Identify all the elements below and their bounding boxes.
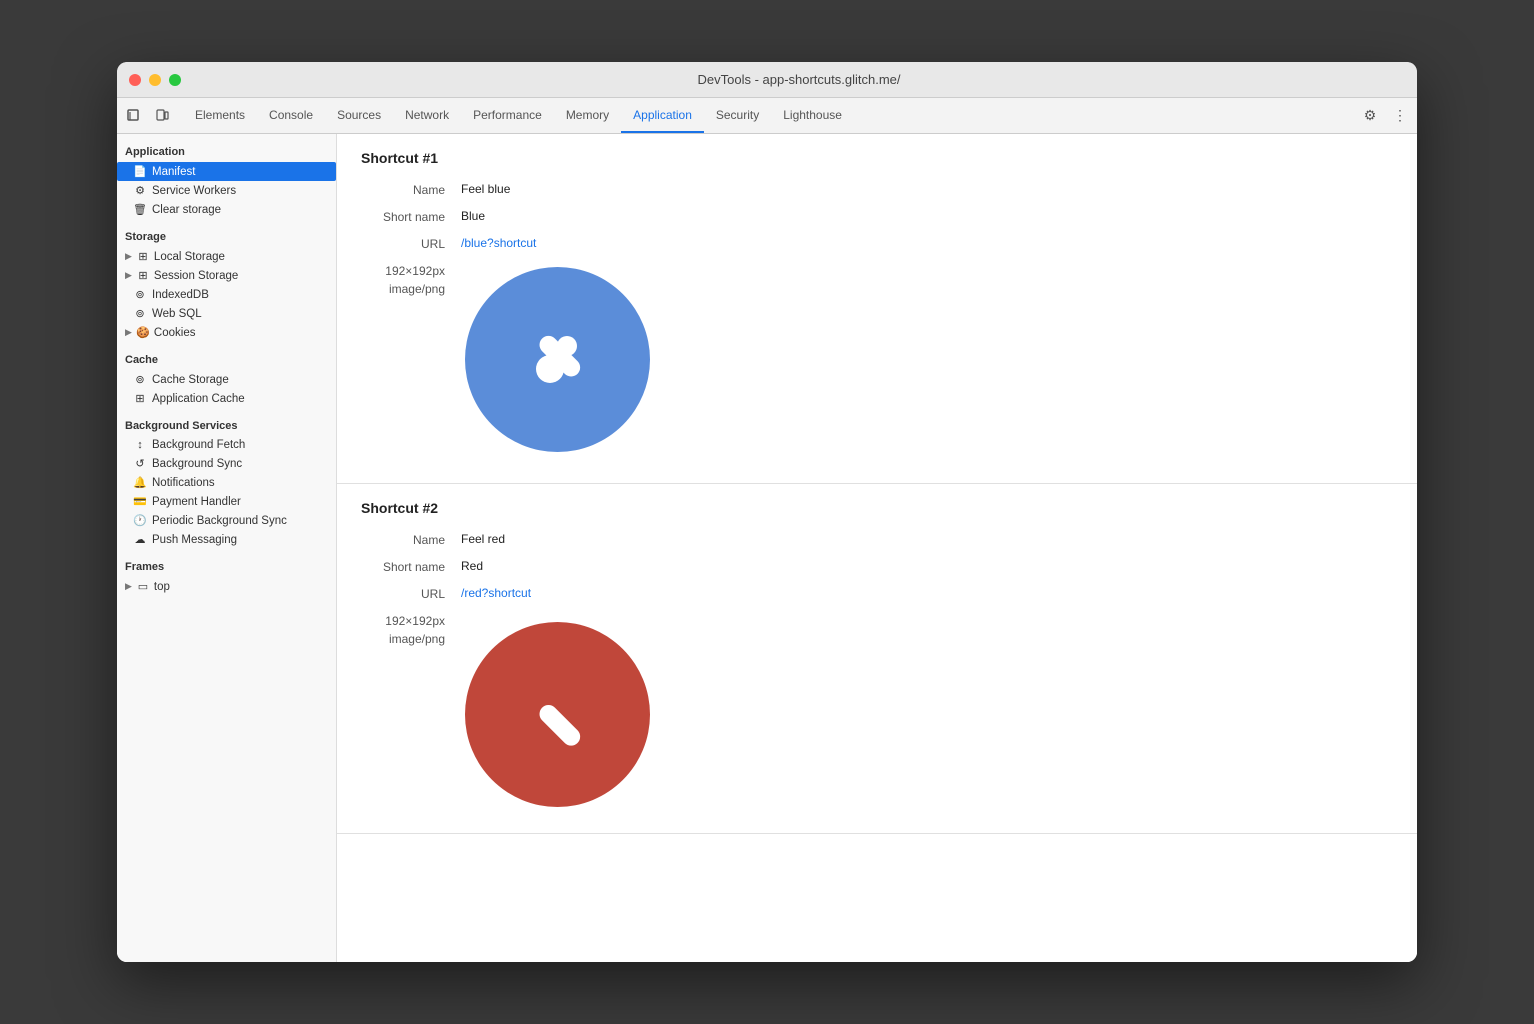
maximize-button[interactable] [169, 74, 181, 86]
shortcut-2-short-name-label: Short name [361, 559, 461, 574]
background-sync-icon: ↺ [133, 457, 147, 470]
window-title: DevTools - app-shortcuts.glitch.me/ [193, 72, 1405, 87]
background-fetch-icon: ↕ [133, 439, 147, 451]
background-services-header: Background Services [117, 408, 336, 436]
sidebar-item-cache-storage[interactable]: ⊚ Cache Storage [117, 370, 336, 389]
shortcut-2-section: Shortcut #2 Name Feel red Short name Red… [337, 484, 1417, 834]
tab-lighthouse[interactable]: Lighthouse [771, 98, 854, 133]
periodic-sync-icon: 🕐 [133, 514, 147, 527]
expand-arrow-icon: ▶ [125, 327, 132, 338]
shortcut-1-image-type: image/png [361, 282, 445, 296]
service-workers-icon: ⚙ [133, 184, 147, 197]
shortcut-2-short-name-value: Red [461, 559, 483, 573]
sidebar-item-local-storage[interactable]: ▶ ⊞ Local Storage [117, 247, 336, 266]
cache-section-header: Cache [117, 342, 336, 370]
cursor-icon[interactable] [121, 103, 147, 129]
cookies-icon: 🍪 [136, 326, 150, 339]
tab-memory[interactable]: Memory [554, 98, 621, 133]
sidebar-item-cookies[interactable]: ▶ 🍪 Cookies [117, 323, 336, 342]
frame-icon: ▭ [136, 580, 150, 593]
device-icon[interactable] [149, 103, 175, 129]
expand-arrow-icon: ▶ [125, 581, 132, 592]
shortcut-2-image-row: 192×192px image/png [361, 613, 1393, 805]
expand-arrow-icon: ▶ [125, 270, 132, 281]
manifest-icon: 📄 [133, 165, 147, 178]
shortcut-1-name-value: Feel blue [461, 182, 510, 196]
expand-arrow-icon: ▶ [125, 251, 132, 262]
shortcut-1-image-meta: 192×192px image/png [361, 263, 461, 296]
sidebar-item-background-fetch[interactable]: ↕ Background Fetch [117, 436, 336, 454]
tab-security[interactable]: Security [704, 98, 771, 133]
clear-storage-label: Clear storage [152, 204, 221, 216]
cache-storage-icon: ⊚ [133, 373, 147, 386]
shortcut-2-url-row: URL /red?shortcut [361, 586, 1393, 601]
tab-performance[interactable]: Performance [461, 98, 554, 133]
tab-console[interactable]: Console [257, 98, 325, 133]
shortcut-2-title: Shortcut #2 [361, 500, 1393, 516]
shortcut-1-short-name-label: Short name [361, 209, 461, 224]
shortcut-1-short-name-value: Blue [461, 209, 485, 223]
clear-storage-icon: 🗑 [133, 203, 147, 216]
session-storage-icon: ⊞ [136, 269, 150, 282]
indexeddb-icon: ⊚ [133, 288, 147, 301]
content-area: Shortcut #1 Name Feel blue Short name Bl… [337, 134, 1417, 962]
sidebar-item-application-cache[interactable]: ⊞ Application Cache [117, 389, 336, 408]
sidebar-item-session-storage[interactable]: ▶ ⊞ Session Storage [117, 266, 336, 285]
shortcut-1-name-row: Name Feel blue [361, 182, 1393, 197]
frames-section-header: Frames [117, 549, 336, 577]
sidebar-item-payment-handler[interactable]: 💳 Payment Handler [117, 492, 336, 511]
sidebar-item-web-sql[interactable]: ⊚ Web SQL [117, 304, 336, 323]
manifest-label: Manifest [152, 166, 195, 178]
sidebar-item-service-workers[interactable]: ⚙ Service Workers [117, 181, 336, 200]
shortcut-1-title: Shortcut #1 [361, 150, 1393, 166]
shortcut-1-image-size: 192×192px [361, 264, 445, 278]
sidebar-item-push-messaging[interactable]: ☁ Push Messaging [117, 530, 336, 549]
shortcut-2-url-label: URL [361, 586, 461, 601]
shortcut-1-url-row: URL /blue?shortcut [361, 236, 1393, 251]
shortcut-2-name-row: Name Feel red [361, 532, 1393, 547]
tab-application[interactable]: Application [621, 98, 704, 133]
shortcut-2-name-value: Feel red [461, 532, 505, 546]
storage-section-header: Storage [117, 219, 336, 247]
shortcut-1-name-label: Name [361, 182, 461, 197]
service-workers-label: Service Workers [152, 185, 236, 197]
sidebar-item-background-sync[interactable]: ↺ Background Sync [117, 454, 336, 473]
sidebar-item-clear-storage[interactable]: 🗑 Clear storage [117, 200, 336, 219]
shortcut-2-image-size: 192×192px [361, 614, 445, 628]
shortcut-2-image [461, 613, 653, 805]
sidebar-item-periodic-background-sync[interactable]: 🕐 Periodic Background Sync [117, 511, 336, 530]
tab-network[interactable]: Network [393, 98, 461, 133]
sidebar: Application 📄 Manifest ⚙ Service Workers… [117, 134, 337, 962]
tab-sources[interactable]: Sources [325, 98, 393, 133]
shortcut-2-image-type: image/png [361, 632, 445, 646]
shortcut-2-name-label: Name [361, 532, 461, 547]
close-button[interactable] [129, 74, 141, 86]
shortcut-2-image-meta: 192×192px image/png [361, 613, 461, 646]
shortcut-2-short-name-row: Short name Red [361, 559, 1393, 574]
tab-elements[interactable]: Elements [183, 98, 257, 133]
minimize-button[interactable] [149, 74, 161, 86]
shortcut-1-image-row: 192×192px image/png [361, 263, 1393, 455]
shortcut-1-url-label: URL [361, 236, 461, 251]
local-storage-icon: ⊞ [136, 250, 150, 263]
sidebar-item-notifications[interactable]: 🔔 Notifications [117, 473, 336, 492]
web-sql-icon: ⊚ [133, 307, 147, 320]
more-options-icon[interactable]: ⋮ [1387, 103, 1413, 129]
shortcut-1-section: Shortcut #1 Name Feel blue Short name Bl… [337, 134, 1417, 484]
sidebar-item-manifest[interactable]: 📄 Manifest [117, 162, 336, 181]
shortcut-1-short-name-row: Short name Blue [361, 209, 1393, 224]
sidebar-item-top[interactable]: ▶ ▭ top [117, 577, 336, 596]
blue-circle [465, 267, 650, 452]
shortcut-1-image [461, 263, 653, 455]
red-circle [465, 622, 650, 807]
shortcut-2-url-value[interactable]: /red?shortcut [461, 586, 531, 600]
payment-handler-icon: 💳 [133, 495, 147, 508]
shortcut-1-url-value[interactable]: /blue?shortcut [461, 236, 536, 250]
application-section-header: Application [117, 134, 336, 162]
settings-icon[interactable]: ⚙ [1357, 103, 1383, 129]
application-cache-icon: ⊞ [133, 392, 147, 405]
sidebar-item-indexeddb[interactable]: ⊚ IndexedDB [117, 285, 336, 304]
push-messaging-icon: ☁ [133, 533, 147, 546]
notifications-icon: 🔔 [133, 476, 147, 489]
